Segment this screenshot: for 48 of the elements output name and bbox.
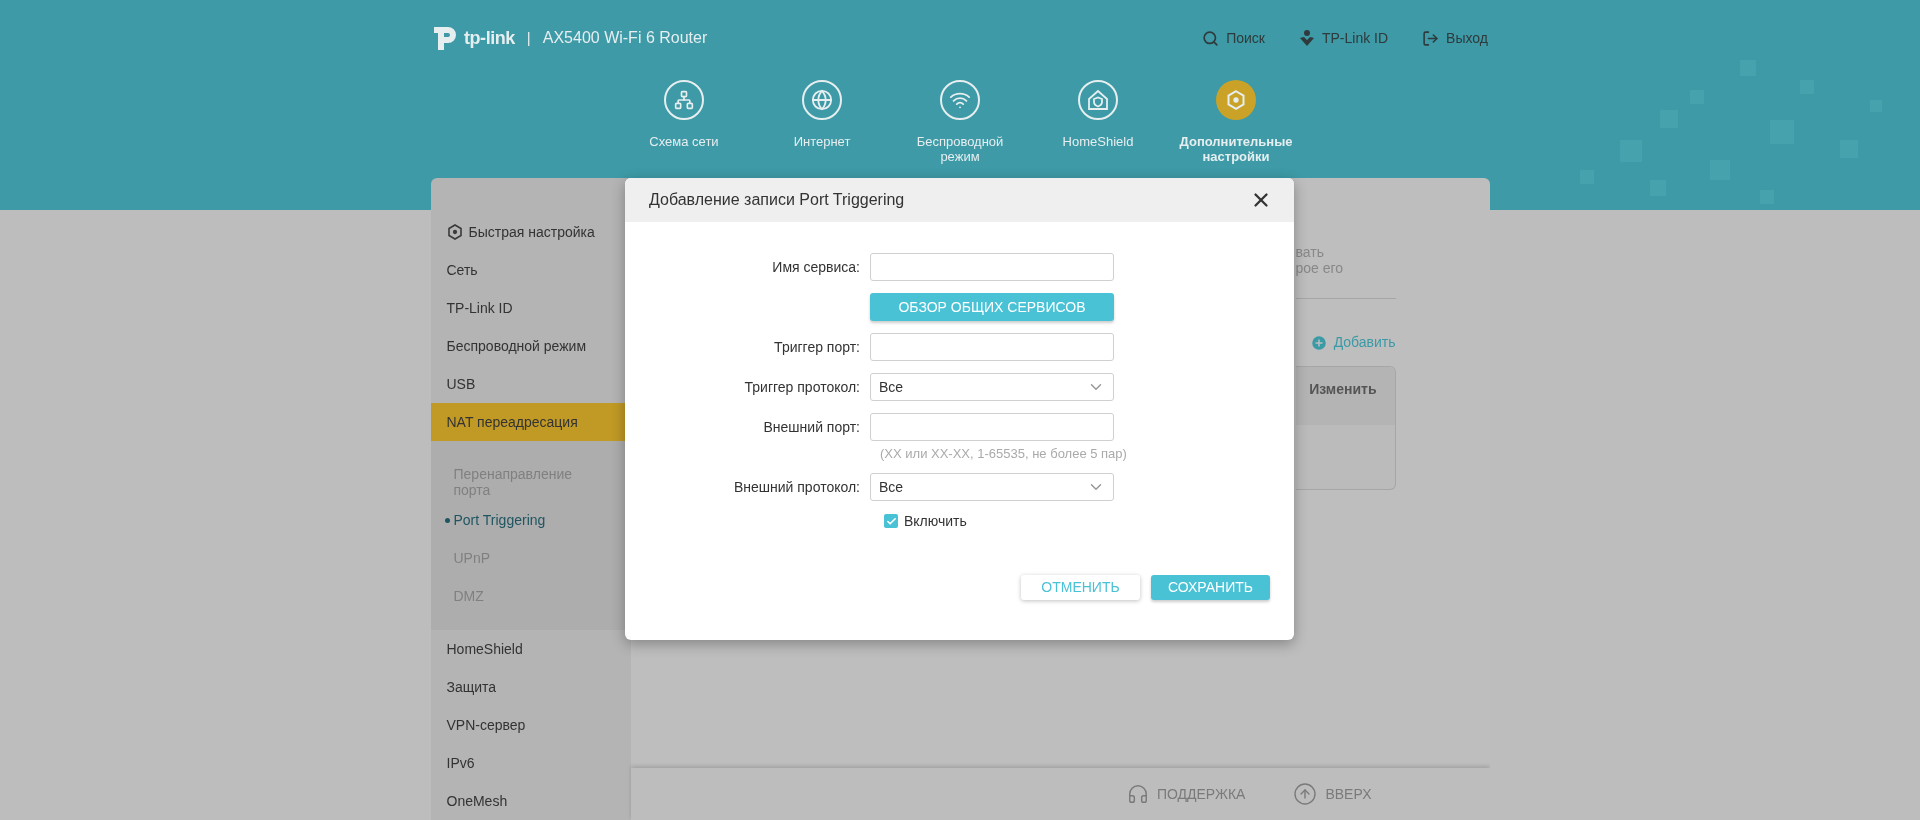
plus-icon — [1309, 333, 1328, 352]
column-header: Изменить — [1309, 379, 1377, 399]
globe-icon — [811, 89, 833, 111]
sidebar-subitem[interactable]: Port Triggering — [430, 501, 631, 539]
field-label: Внешний порт: — [763, 418, 860, 435]
sidebar-item[interactable]: IPv6 — [430, 744, 631, 782]
sidebar-item[interactable]: VPN-сервер — [430, 706, 631, 744]
header-link[interactable]: Поиск — [1202, 27, 1265, 49]
nav-tab[interactable]: Схема сети — [615, 80, 753, 180]
nav-tab[interactable]: HomeShield — [1029, 80, 1167, 180]
cancel-button[interactable]: ОТМЕНИТЬ — [1021, 575, 1140, 600]
enable-checkbox[interactable] — [884, 514, 898, 528]
network-icon — [674, 90, 694, 110]
arrow-up-icon — [1293, 782, 1318, 806]
search-icon — [1202, 29, 1220, 47]
gear-icon — [446, 224, 463, 240]
logout-icon — [1422, 29, 1440, 47]
model-name: AX5400 Wi-Fi 6 Router — [542, 28, 708, 48]
header-link[interactable]: Выход — [1422, 27, 1488, 49]
field-label: Внешний протокол: — [733, 478, 860, 495]
sidebar-item[interactable]: Быстрая настройка — [430, 213, 631, 251]
checkbox-label: Включить — [904, 511, 967, 531]
house-shield-icon — [1087, 89, 1109, 111]
footer-link[interactable]: ПОДДЕРЖКА — [1126, 783, 1246, 805]
browse-services-button[interactable]: ОБЗОР ОБЩИХ СЕРВИСОВ — [870, 293, 1114, 321]
hint-text: (XX или XX-XX, 1-65535, не более 5 пар) — [880, 445, 1127, 464]
nav-tab[interactable]: Беспроводной режим — [891, 80, 1029, 180]
text-field[interactable] — [870, 413, 1114, 441]
gear-icon — [1226, 90, 1246, 110]
sidebar-item[interactable]: HomeShield — [430, 630, 631, 668]
dropdown-field[interactable]: Все — [870, 373, 1114, 401]
sidebar-item[interactable]: Защита — [430, 668, 631, 706]
nav-tab[interactable]: Интернет — [753, 80, 891, 180]
separator-text: | — [526, 27, 531, 48]
sidebar-item[interactable]: OneMesh — [430, 782, 631, 820]
header-link[interactable]: TP-Link ID — [1299, 27, 1389, 49]
field-label: Имя сервиса: — [772, 258, 860, 275]
field-label: Триггер порт: — [774, 338, 860, 355]
save-button[interactable]: СОХРАНИТЬ — [1151, 575, 1270, 600]
dropdown-field[interactable]: Все — [870, 473, 1114, 501]
headset-icon — [1126, 783, 1149, 805]
text-field[interactable] — [870, 333, 1114, 361]
dialog-title: Добавление записи Port Triggering — [649, 190, 905, 210]
field-label: Триггер протокол: — [744, 378, 860, 395]
footer-link[interactable]: ВВЕРХ — [1293, 782, 1372, 806]
text-field[interactable] — [870, 253, 1114, 281]
logo-text: tp-link — [464, 26, 515, 50]
person-icon — [1299, 29, 1315, 47]
